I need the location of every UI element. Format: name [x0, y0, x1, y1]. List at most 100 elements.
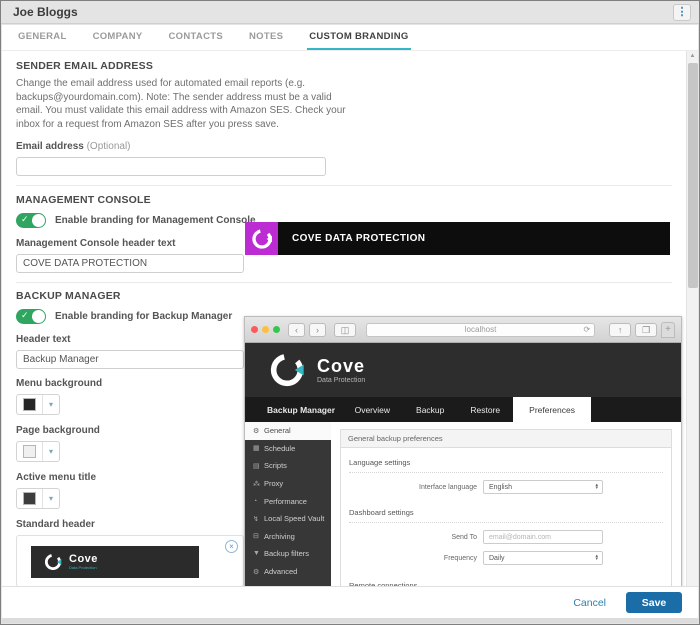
scrollbar-thumb[interactable]	[688, 63, 698, 288]
menu-background-swatch	[23, 398, 36, 411]
sender-email-description: Change the email address used for automa…	[16, 77, 361, 131]
chevron-down-icon: ▾	[43, 400, 59, 409]
preview-sidebar: ⚙General ▦Schedule ▤Scripts ⁂Proxy ◔Perf…	[245, 422, 331, 586]
page-scrollbar[interactable]: ▲	[686, 51, 698, 623]
mc-header-preview: COVE DATA PROTECTION	[245, 222, 670, 255]
frequency-select[interactable]: Daily ▴▾	[483, 551, 603, 565]
bm-toggle-row: ✓ Enable branding for Backup Manager	[16, 309, 244, 324]
folder-icon: ⊟	[253, 532, 264, 540]
email-address-input[interactable]	[16, 157, 326, 176]
preview-nav-backup[interactable]: Backup	[403, 397, 457, 422]
save-button[interactable]: Save	[626, 592, 682, 613]
interface-language-label: Interface language	[349, 484, 477, 491]
preview-sidebar-item-general[interactable]: ⚙General	[245, 422, 331, 440]
backup-manager-controls: BACKUP MANAGER ✓ Enable branding for Bac…	[16, 290, 244, 586]
kebab-menu-icon[interactable]: ⋮	[673, 4, 691, 21]
header-image-brand: Cove	[69, 554, 98, 565]
preview-nav-overview[interactable]: Overview	[342, 397, 403, 422]
bm-toggle-label: Enable branding for Backup Manager	[55, 311, 232, 322]
tab-contacts[interactable]: CONTACTS	[167, 25, 225, 50]
tab-general[interactable]: GENERAL	[16, 25, 69, 50]
tab-company[interactable]: COMPANY	[91, 25, 145, 50]
toggle-check-icon: ✓	[21, 310, 29, 321]
preferences-panel-title: General backup preferences	[341, 430, 671, 448]
backup-manager-preview: ‹ › ◫ localhost ⟳ ↑ ❐ +	[244, 316, 682, 586]
document-icon: ▤	[253, 462, 264, 470]
active-menu-title-label: Active menu title	[16, 472, 244, 483]
lightning-icon: ↯	[253, 515, 264, 523]
scroll-up-icon[interactable]: ▲	[687, 51, 698, 59]
preview-body: ⚙General ▦Schedule ▤Scripts ⁂Proxy ◔Perf…	[245, 422, 681, 586]
backup-manager-heading: BACKUP MANAGER	[16, 290, 244, 302]
url-text: localhost	[465, 325, 497, 334]
mc-preview-logo-tile	[245, 222, 278, 255]
tab-overview-icon[interactable]: ❐	[635, 323, 657, 337]
preview-sidebar-item-proxy[interactable]: ⁂Proxy	[245, 475, 331, 493]
preview-sidebar-item-schedule[interactable]: ▦Schedule	[245, 440, 331, 458]
mc-branding-toggle[interactable]: ✓	[16, 213, 46, 228]
gear-icon: ⚙	[253, 427, 264, 435]
gears-icon: ⚙	[253, 568, 264, 576]
sender-email-heading: SENDER EMAIL ADDRESS	[16, 60, 672, 72]
preview-sidebar-item-backup-filters[interactable]: ▼Backup filters	[245, 545, 331, 563]
remote-connections-heading: Remote connections	[349, 577, 663, 586]
standard-header-image: Cove Data Protection	[31, 546, 199, 578]
bm-header-text-input[interactable]	[16, 350, 244, 369]
browser-chrome: ‹ › ◫ localhost ⟳ ↑ ❐ +	[245, 317, 681, 343]
cove-logo-icon	[43, 552, 63, 572]
share-icon[interactable]: ↑	[609, 323, 631, 337]
bm-branding-toggle[interactable]: ✓	[16, 309, 46, 324]
titlebar: Joe Bloggs ⋮	[1, 1, 699, 24]
stepper-icon: ▴▾	[595, 484, 598, 490]
refresh-icon[interactable]: ⟳	[583, 325, 590, 334]
send-to-label: Send To	[349, 534, 477, 541]
active-menu-title-picker[interactable]: ▾	[16, 488, 60, 509]
chevron-down-icon: ▾	[43, 447, 59, 456]
mc-header-text-input[interactable]	[16, 254, 244, 273]
standard-header-upload: × Cove Data Protection	[16, 535, 244, 586]
app-window: Joe Bloggs ⋮ GENERAL COMPANY CONTACTS NO…	[0, 0, 700, 625]
preview-brand-name: Cove	[317, 357, 365, 375]
management-console-heading: MANAGEMENT CONSOLE	[16, 194, 672, 206]
bm-header-text-label: Header text	[16, 334, 244, 345]
zoom-window-icon[interactable]	[273, 326, 280, 333]
send-to-input[interactable]: email@domain.com	[483, 530, 603, 544]
menu-background-picker[interactable]: ▾	[16, 394, 60, 415]
preview-brand-tagline: Data Protection	[317, 377, 365, 384]
sidebar-toggle-icon[interactable]: ◫	[334, 323, 356, 337]
preview-nav-bar: Backup Manager Overview Backup Restore P…	[245, 397, 681, 422]
tab-bar: GENERAL COMPANY CONTACTS NOTES CUSTOM BR…	[2, 25, 698, 51]
calendar-icon: ▦	[253, 444, 264, 452]
page-background-swatch	[23, 445, 36, 458]
preview-sidebar-item-scripts[interactable]: ▤Scripts	[245, 457, 331, 475]
preview-sidebar-item-local-speed-vault[interactable]: ↯Local Speed Vault	[245, 510, 331, 528]
preview-sidebar-item-archiving[interactable]: ⊟Archiving	[245, 528, 331, 546]
preview-sidebar-item-performance[interactable]: ◔Performance	[245, 492, 331, 510]
email-address-label: Email address (Optional)	[16, 141, 672, 152]
back-icon[interactable]: ‹	[288, 323, 305, 337]
close-window-icon[interactable]	[251, 326, 258, 333]
minimize-window-icon[interactable]	[262, 326, 269, 333]
toggle-knob	[32, 214, 45, 227]
remove-header-icon[interactable]: ×	[225, 540, 238, 553]
new-tab-icon[interactable]: +	[661, 322, 675, 338]
mc-preview-header-bar: COVE DATA PROTECTION	[278, 222, 670, 255]
forward-icon[interactable]: ›	[309, 323, 326, 337]
page-title: Joe Bloggs	[13, 5, 78, 19]
tab-notes[interactable]: NOTES	[247, 25, 285, 50]
cancel-button[interactable]: Cancel	[573, 597, 606, 609]
interface-language-select[interactable]: English ▴▾	[483, 480, 603, 494]
page-background-picker[interactable]: ▾	[16, 441, 60, 462]
address-bar[interactable]: localhost ⟳	[366, 323, 595, 337]
preferences-panel: General backup preferences Language sett…	[340, 429, 672, 586]
preview-nav-restore[interactable]: Restore	[457, 397, 513, 422]
preview-sidebar-item-advanced[interactable]: ⚙Advanced	[245, 563, 331, 581]
footer-bar: Cancel Save	[2, 586, 698, 618]
email-optional-hint: (Optional)	[87, 141, 131, 152]
tab-custom-branding[interactable]: CUSTOM BRANDING	[307, 25, 410, 50]
gauge-icon: ◔	[253, 498, 264, 505]
stepper-icon: ▴▾	[595, 555, 598, 561]
page-background-label: Page background	[16, 425, 244, 436]
preview-nav-preferences[interactable]: Preferences	[513, 397, 591, 422]
toggle-check-icon: ✓	[21, 214, 29, 225]
